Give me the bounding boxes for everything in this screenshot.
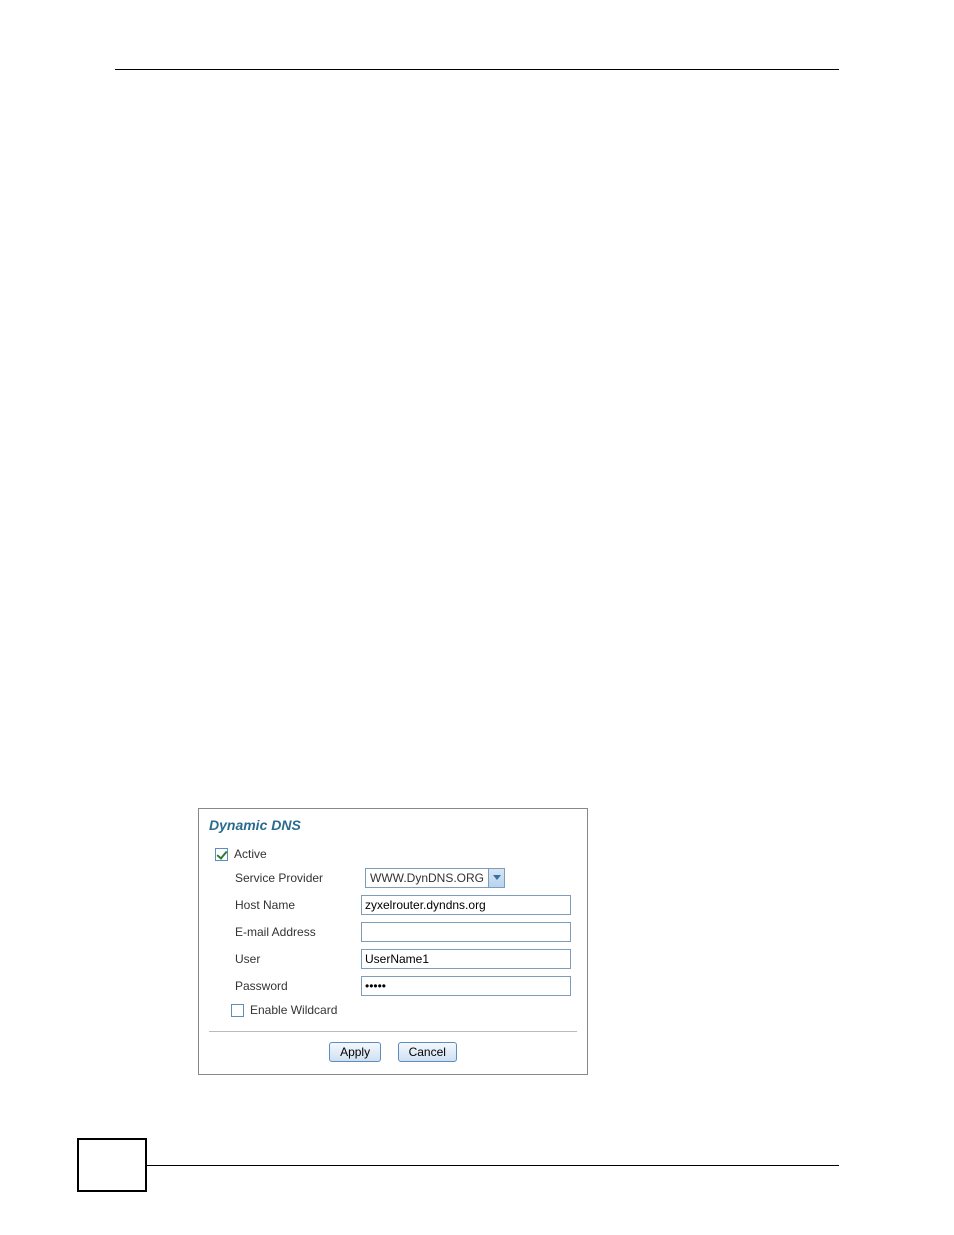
password-label: Password (215, 979, 361, 993)
password-input[interactable] (361, 976, 571, 996)
active-checkbox[interactable] (215, 848, 228, 861)
host-name-label: Host Name (215, 898, 361, 912)
active-label: Active (234, 847, 267, 861)
email-label: E-mail Address (215, 925, 361, 939)
separator (209, 1031, 577, 1032)
page-number-box (77, 1138, 147, 1192)
service-provider-select[interactable]: WWW.DynDNS.ORG (365, 868, 505, 888)
button-row: Apply Cancel (209, 1042, 577, 1064)
user-input[interactable] (361, 949, 571, 969)
row-service-provider: Service Provider WWW.DynDNS.ORG (215, 868, 571, 888)
row-email: E-mail Address (215, 922, 571, 942)
chevron-down-icon[interactable] (488, 869, 504, 887)
row-active: Active (215, 847, 571, 861)
form-area: Active Service Provider WWW.DynDNS.ORG H… (209, 847, 577, 1017)
wildcard-checkbox[interactable] (231, 1004, 244, 1017)
service-provider-label: Service Provider (215, 871, 365, 885)
service-provider-value: WWW.DynDNS.ORG (366, 871, 488, 885)
header-rule (115, 69, 839, 70)
panel-title: Dynamic DNS (209, 817, 577, 833)
footer-rule (147, 1165, 839, 1166)
row-host-name: Host Name (215, 895, 571, 915)
cancel-button[interactable]: Cancel (398, 1042, 457, 1062)
email-input[interactable] (361, 922, 571, 942)
host-name-input[interactable] (361, 895, 571, 915)
wildcard-label: Enable Wildcard (250, 1003, 337, 1017)
row-wildcard: Enable Wildcard (215, 1003, 571, 1017)
row-user: User (215, 949, 571, 969)
dynamic-dns-panel: Dynamic DNS Active Service Provider WWW.… (198, 808, 588, 1075)
row-password: Password (215, 976, 571, 996)
user-label: User (215, 952, 361, 966)
apply-button[interactable]: Apply (329, 1042, 381, 1062)
